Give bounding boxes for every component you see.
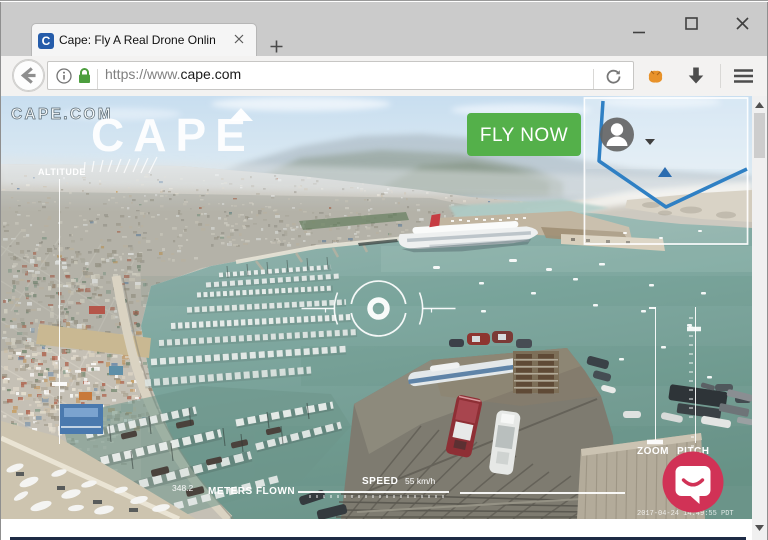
svg-text:ZOOM: ZOOM xyxy=(637,446,669,457)
svg-text:CAPE: CAPE xyxy=(91,109,255,161)
svg-text:55 km/h: 55 km/h xyxy=(405,476,436,486)
svg-text:348.2: 348.2 xyxy=(172,483,194,493)
svg-text:SPEED: SPEED xyxy=(362,476,398,487)
svg-text:ALTITUDE: ALTITUDE xyxy=(38,167,86,177)
svg-text:METERS FLOWN: METERS FLOWN xyxy=(208,486,295,497)
svg-text:FLY NOW: FLY NOW xyxy=(480,125,568,146)
